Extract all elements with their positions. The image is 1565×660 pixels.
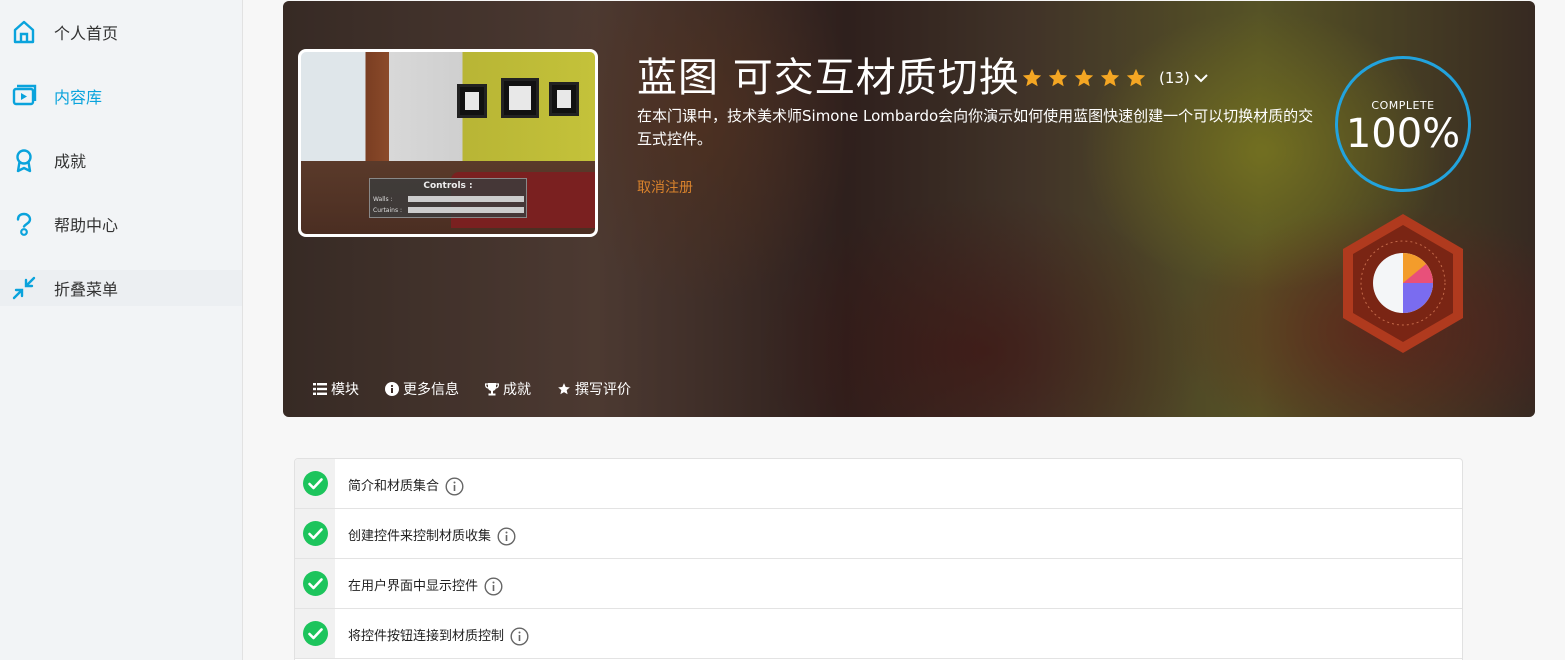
sidebar-item-label: 内容库 [54, 88, 103, 107]
module-row[interactable]: 简介和材质集合 [295, 459, 1462, 509]
rating-stars [1021, 67, 1147, 89]
tab-more-info[interactable]: 更多信息 [385, 379, 459, 399]
controls-row-label: Curtains : [373, 207, 403, 214]
tab-label: 撰写评价 [575, 382, 631, 398]
ribbon-icon [10, 146, 38, 174]
star-icon [1100, 68, 1120, 87]
sidebar-item-label: 折叠菜单 [54, 280, 119, 299]
controls-bar [408, 207, 524, 213]
tab-label: 更多信息 [403, 382, 459, 398]
module-row[interactable]: 创建控件来控制材质收集 [295, 509, 1462, 559]
star-icon [1074, 68, 1094, 87]
library-icon [10, 82, 38, 110]
info-circle-icon[interactable] [484, 577, 503, 596]
review-count-toggle[interactable]: (13) [1159, 69, 1209, 87]
collapse-icon [10, 274, 38, 302]
chevron-down-icon [1194, 74, 1208, 83]
module-title-text: 创建控件来控制材质收集 [348, 529, 492, 544]
home-icon [10, 18, 38, 46]
tab-modules[interactable]: 模块 [313, 379, 359, 399]
review-count: (13) [1159, 69, 1190, 87]
list-icon [313, 383, 327, 395]
module-status-cell [295, 509, 335, 558]
module-title-text: 简介和材质集合 [348, 479, 440, 494]
module-title-text: 在用户界面中显示控件 [348, 579, 479, 594]
course-title: 蓝图 可交互材质切换 [637, 55, 1020, 101]
check-circle-icon [303, 521, 328, 546]
info-circle-icon[interactable] [510, 627, 529, 646]
module-title: 在用户界面中显示控件 [348, 575, 503, 596]
sidebar-item-help[interactable]: 帮助中心 [0, 192, 242, 256]
course-hero: Controls : Walls : Curtains : 蓝图 可交互材质切换… [283, 1, 1535, 417]
controls-bar [408, 196, 524, 202]
sidebar-item-label: 成就 [54, 152, 87, 171]
info-icon [385, 382, 399, 396]
wall-picture [457, 84, 487, 118]
sidebar-item-home[interactable]: 个人首页 [0, 0, 242, 64]
module-title: 将控件按钮连接到材质控制 [348, 625, 529, 646]
check-circle-icon [303, 471, 328, 496]
completion-ring: COMPLETE 100% [1335, 56, 1471, 192]
sidebar-item-achievements[interactable]: 成就 [0, 128, 242, 192]
controls-row-label: Walls : [373, 196, 393, 203]
module-status-cell [295, 459, 335, 508]
controls-title: Controls : [423, 181, 473, 191]
info-circle-icon[interactable] [445, 477, 464, 496]
trophy-icon [485, 383, 499, 396]
module-row[interactable]: 在用户界面中显示控件 [295, 559, 1462, 609]
module-status-cell [295, 559, 335, 608]
sidebar-item-collapse[interactable]: 折叠菜单 [0, 270, 242, 306]
module-title: 创建控件来控制材质收集 [348, 525, 516, 546]
star-icon [558, 383, 570, 395]
course-description: 在本门课中，技术美术师Simone Lombardo会向你演示如何使用蓝图快速创… [637, 107, 1314, 148]
wall-picture [549, 82, 579, 116]
sidebar-item-library[interactable]: 内容库 [0, 64, 242, 128]
course-tabs: 模块 更多信息 成就 撰写评价 [313, 379, 631, 399]
unenroll-link[interactable]: 取消注册 [637, 177, 693, 197]
thumbnail-controls-panel: Controls : Walls : Curtains : [369, 178, 527, 218]
star-icon [1022, 68, 1042, 87]
check-circle-icon [303, 571, 328, 596]
module-row[interactable]: 将控件按钮连接到材质控制 [295, 609, 1462, 659]
module-status-cell [295, 609, 335, 658]
info-circle-icon[interactable] [497, 527, 516, 546]
help-icon [10, 210, 38, 238]
module-title: 简介和材质集合 [348, 475, 464, 496]
sidebar: 个人首页 内容库 成就 帮助中心 折叠菜单 [0, 0, 243, 660]
achievement-badge-icon [1343, 214, 1463, 353]
sidebar-item-label: 个人首页 [54, 24, 119, 43]
module-list: 简介和材质集合 创建控件来控制材质收集 在用户界面中显示控件 将控件按钮连接到材… [294, 458, 1463, 660]
sidebar-item-label: 帮助中心 [54, 216, 119, 235]
star-icon [1048, 68, 1068, 87]
tab-write-review[interactable]: 撰写评价 [557, 379, 631, 399]
tab-label: 成就 [503, 382, 531, 398]
tab-achievements[interactable]: 成就 [485, 379, 531, 399]
wall-picture [501, 78, 539, 118]
tab-label: 模块 [331, 382, 359, 398]
star-icon [1126, 68, 1146, 87]
module-title-text: 将控件按钮连接到材质控制 [348, 629, 505, 644]
check-circle-icon [303, 621, 328, 646]
completion-value: 100% [1345, 111, 1461, 157]
course-thumbnail: Controls : Walls : Curtains : [298, 49, 598, 237]
